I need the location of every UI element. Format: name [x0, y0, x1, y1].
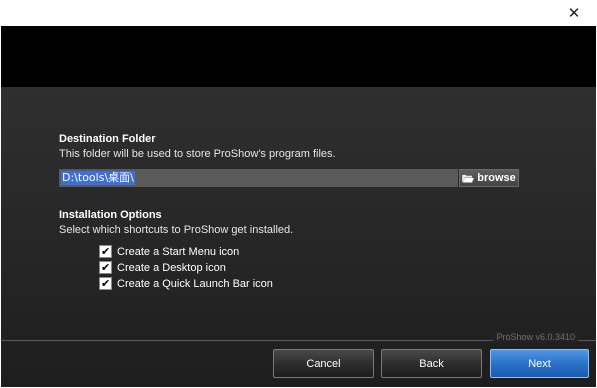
next-button-label: Next [528, 357, 551, 370]
cancel-button-label: Cancel [306, 357, 341, 370]
window-close-button[interactable]: ✕ [551, 0, 597, 26]
quick-launch-checkbox[interactable]: ✔ [99, 277, 112, 290]
desktop-checkbox[interactable]: ✔ [99, 261, 112, 274]
start-menu-label: Create a Start Menu icon [117, 245, 240, 258]
folder-open-icon [462, 174, 475, 183]
destination-path-input[interactable]: D:\tools\桌面\ [59, 169, 458, 187]
header-banner [1, 26, 596, 87]
installation-options-title: Installation Options [59, 209, 162, 221]
back-button[interactable]: Back [381, 349, 482, 378]
start-menu-checkbox[interactable]: ✔ [99, 245, 112, 258]
window-titlebar: ✕ [0, 0, 597, 26]
checkmark-icon: ✔ [101, 277, 111, 290]
quick-launch-option[interactable]: ✔ Create a Quick Launch Bar icon [99, 277, 273, 290]
destination-folder-title: Destination Folder [59, 133, 156, 145]
desktop-option[interactable]: ✔ Create a Desktop icon [99, 261, 226, 274]
browse-button[interactable]: browse [459, 169, 519, 187]
browse-button-label: browse [477, 172, 516, 184]
back-button-label: Back [419, 357, 444, 370]
destination-path-value: D:\tools\桌面\ [61, 171, 135, 185]
installer-body: Destination Folder This folder will be u… [1, 87, 596, 387]
cancel-button[interactable]: Cancel [273, 349, 374, 378]
desktop-label: Create a Desktop icon [117, 261, 226, 274]
destination-folder-description: This folder will be used to store ProSho… [59, 148, 336, 160]
quick-launch-label: Create a Quick Launch Bar icon [117, 277, 273, 290]
version-label: ProShow v6.0.3410 [493, 332, 578, 342]
checkmark-icon: ✔ [101, 261, 111, 274]
checkmark-icon: ✔ [101, 245, 111, 258]
next-button[interactable]: Next [490, 349, 589, 378]
installation-options-description: Select which shortcuts to ProShow get in… [59, 224, 294, 236]
close-icon: ✕ [567, 4, 581, 22]
start-menu-option[interactable]: ✔ Create a Start Menu icon [99, 245, 239, 258]
